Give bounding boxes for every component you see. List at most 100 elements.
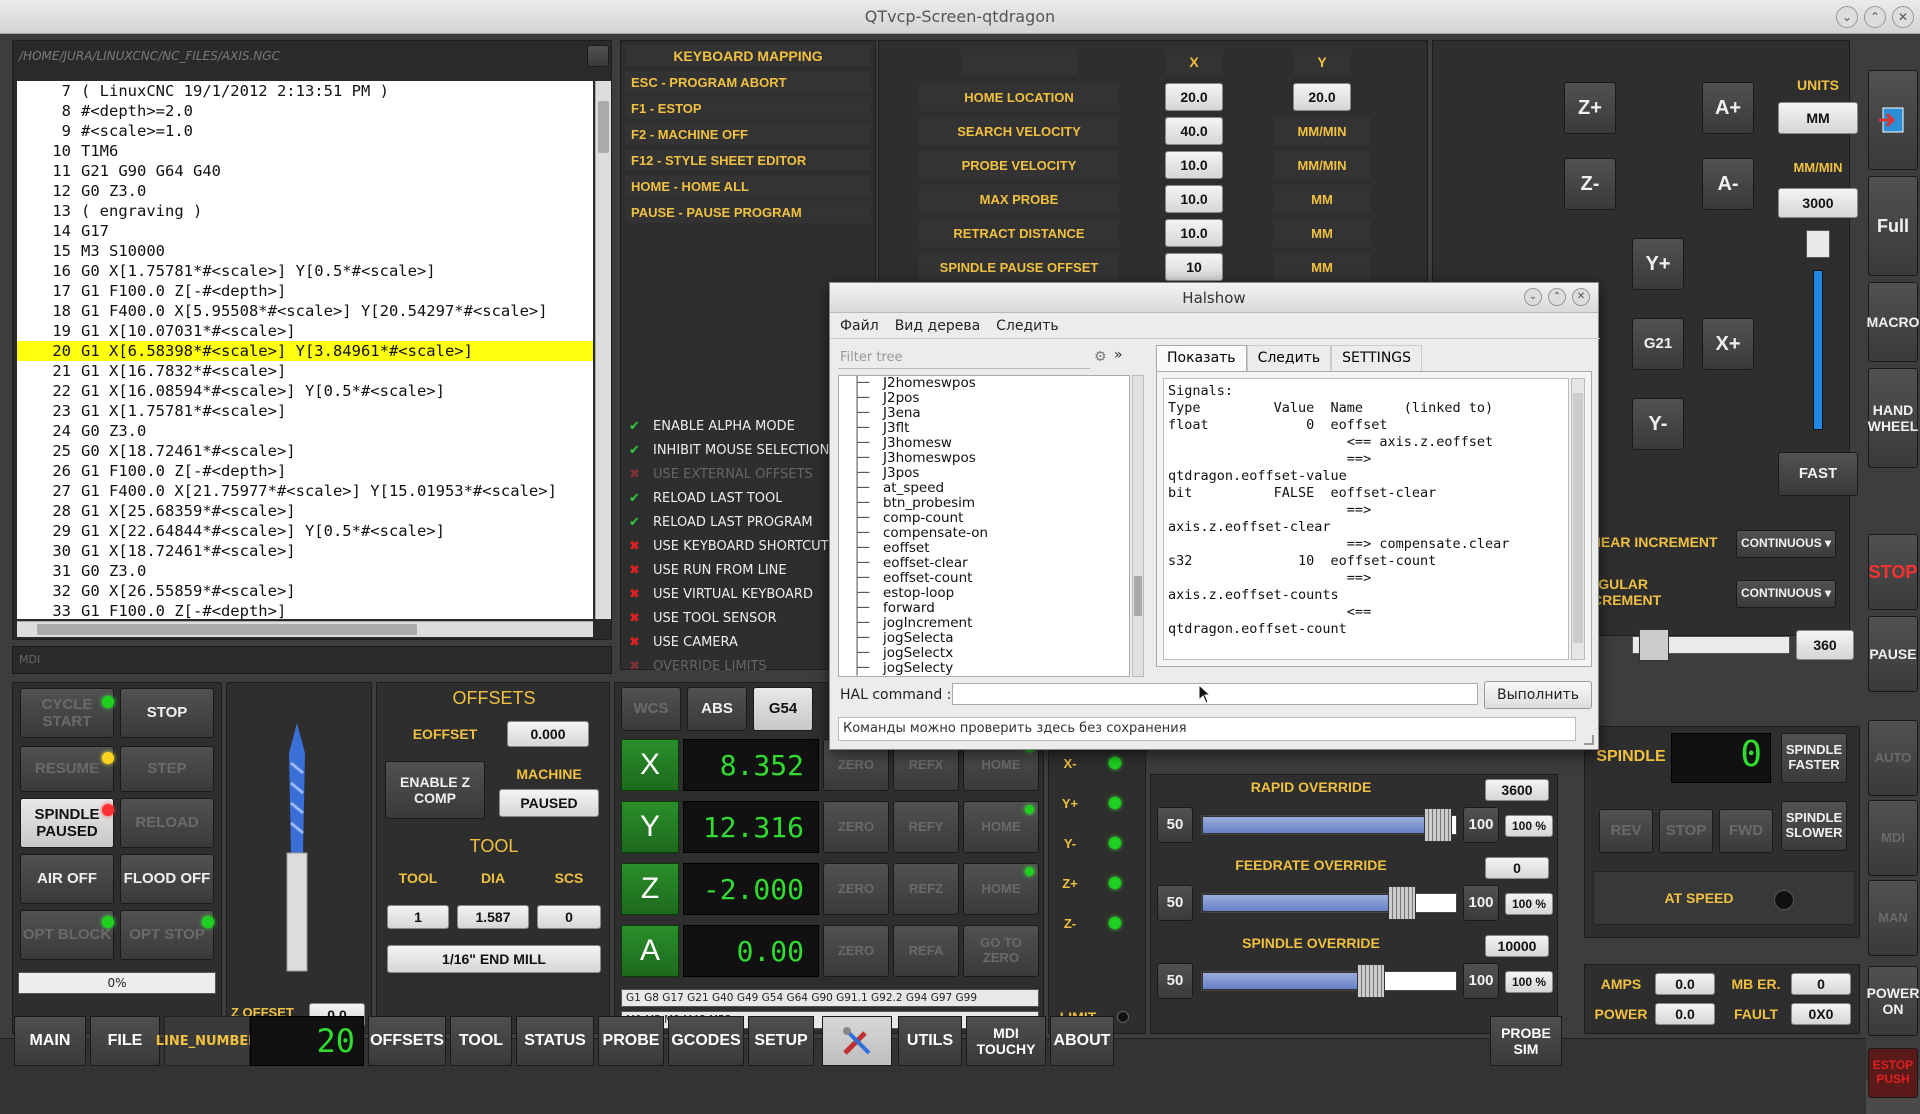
axis-a-button[interactable]: A <box>621 925 679 977</box>
opt-block-button[interactable]: OPT BLOCK <box>20 910 114 960</box>
flood-off-button[interactable]: FLOOD OFF <box>120 854 214 904</box>
signals-scrollbar[interactable] <box>1571 378 1585 660</box>
feed-override-min-button[interactable]: 50 <box>1157 885 1193 921</box>
tree-item[interactable]: ├─ jogSelectx <box>853 646 1129 661</box>
angular-rate-slider[interactable] <box>1632 629 1790 661</box>
jog-a-plus-button[interactable]: A+ <box>1702 82 1754 134</box>
expand-icon[interactable]: » <box>1114 347 1123 363</box>
home-a-button[interactable]: GO TO ZERO <box>963 925 1039 977</box>
tree-item[interactable]: ├─ at_speed <box>853 481 1129 496</box>
zero-y-button[interactable]: ZERO <box>823 801 889 853</box>
tree-item[interactable]: ├─ J3flt <box>853 421 1129 436</box>
tree-item[interactable]: ├─ J3ena <box>853 406 1129 421</box>
nav-probe[interactable]: PROBE <box>598 1016 664 1066</box>
hal-command-input[interactable] <box>952 683 1478 705</box>
execute-button[interactable]: Выполнить <box>1484 681 1592 709</box>
enable-z-comp-button[interactable]: ENABLE Z COMP <box>385 761 485 819</box>
ref-a-button[interactable]: REFA <box>893 925 959 977</box>
feed-override-max-button[interactable]: 100 <box>1463 885 1499 921</box>
stop-button-side[interactable]: STOP <box>1868 534 1918 610</box>
tree-item[interactable]: ├─ estop-loop <box>853 586 1129 601</box>
rapid-override-slider[interactable] <box>1201 808 1457 842</box>
power-on-button[interactable]: POWER ON <box>1867 966 1919 1036</box>
minimize-icon[interactable]: ⌄ <box>1836 6 1858 28</box>
step-button[interactable]: STEP <box>120 746 214 792</box>
tree-item[interactable]: ├─ forward <box>853 601 1129 616</box>
signals-text[interactable]: Signals: Type Value Name (linked to) flo… <box>1163 378 1569 660</box>
probe-x-value[interactable]: 10.0 <box>1165 219 1223 247</box>
gcode-vscrollbar[interactable] <box>595 81 611 619</box>
filter-clear-icon[interactable]: ⚙ <box>1094 349 1107 365</box>
gcode-line[interactable]: 25 G0 X[18.72461*#<scale>] <box>17 441 593 461</box>
gcode-line[interactable]: 28 G1 X[25.68359*#<scale>] <box>17 501 593 521</box>
nav-utils[interactable]: UTILS <box>898 1016 962 1066</box>
gcode-line[interactable]: 22 G1 X[16.08594*#<scale>] Y[0.5*#<scale>… <box>17 381 593 401</box>
ref-z-button[interactable]: REFZ <box>893 863 959 915</box>
gcode-line[interactable]: 24 G0 Z3.0 <box>17 421 593 441</box>
maximize-icon[interactable]: ⌃ <box>1864 6 1886 28</box>
probe-x-value[interactable]: 10 <box>1165 253 1223 281</box>
nav-file[interactable]: FILE <box>90 1016 160 1066</box>
tree-item[interactable]: ├─ eoffset-clear <box>853 556 1129 571</box>
signal-tree[interactable]: ├─ J2homeswpos ├─ J2pos ├─ J3ena ├─ J3flt ├─ J3ho… <box>838 375 1130 677</box>
jog-y-minus-button[interactable]: Y- <box>1632 398 1684 450</box>
opt-stop-button[interactable]: OPT STOP <box>120 910 214 960</box>
abs-button[interactable]: ABS <box>687 687 747 731</box>
scrollbar-thumb[interactable] <box>1573 393 1583 643</box>
gcode-line[interactable]: 11 G21 G90 G64 G40 <box>17 161 593 181</box>
gcode-line[interactable]: 14 G17 <box>17 221 593 241</box>
mdi-mode-button[interactable]: MDI <box>1868 800 1918 876</box>
auto-mode-button[interactable]: AUTO <box>1868 720 1918 796</box>
fast-button[interactable]: FAST <box>1778 452 1858 496</box>
gcode-line[interactable]: 8 #<depth>=2.0 <box>17 101 593 121</box>
gcode-line[interactable]: 26 G1 F100.0 Z[-#<depth>] <box>17 461 593 481</box>
jog-a-minus-button[interactable]: A- <box>1702 158 1754 210</box>
minimize-icon[interactable]: ⌄ <box>1524 288 1542 306</box>
feed-override-slider-handle[interactable] <box>1388 886 1416 920</box>
jog-z-plus-button[interactable]: Z+ <box>1564 82 1616 134</box>
jog-y-plus-button[interactable]: Y+ <box>1632 238 1684 290</box>
gcode-menu-button[interactable] <box>587 45 609 67</box>
maximize-icon[interactable]: ⌃ <box>1548 288 1566 306</box>
tree-item[interactable]: ├─ J3homesw <box>853 436 1129 451</box>
gcode-hscrollbar[interactable] <box>17 621 593 637</box>
jog-rate-slider-handle[interactable] <box>1806 230 1830 258</box>
nav-gcodes[interactable]: GCODES <box>668 1016 744 1066</box>
macro-button[interactable]: MACRO <box>1867 282 1919 362</box>
gcode-line[interactable]: 15 M3 S10000 <box>17 241 593 261</box>
close-icon[interactable]: ✕ <box>1572 288 1590 306</box>
ref-y-button[interactable]: REFY <box>893 801 959 853</box>
gcode-line[interactable]: 21 G1 X[16.7832*#<scale>] <box>17 361 593 381</box>
gcode-line[interactable]: 7 ( LinuxCNC 19/1/2012 2:13:51 PM ) <box>17 81 593 101</box>
tab-watch[interactable]: Следить <box>1246 345 1332 371</box>
filter-tree-input[interactable]: Filter tree <box>838 347 1090 369</box>
gcode-line[interactable]: 32 G0 X[26.55859*#<scale>] <box>17 581 593 601</box>
reload-button[interactable]: RELOAD <box>120 798 214 848</box>
axis-z-button[interactable]: Z <box>621 863 679 915</box>
probe-x-value[interactable]: 40.0 <box>1165 117 1223 145</box>
spindle-override-max-button[interactable]: 100 <box>1463 963 1499 999</box>
zero-z-button[interactable]: ZERO <box>823 863 889 915</box>
probe-x-value[interactable]: 20.0 <box>1165 83 1223 111</box>
handwheel-button[interactable]: HAND WHEEL <box>1868 368 1918 468</box>
gcode-line[interactable]: 30 G1 X[18.72461*#<scale>] <box>17 541 593 561</box>
halshow-titlebar[interactable]: Halshow ⌄ ⌃ ✕ <box>830 283 1598 313</box>
menu-file[interactable]: Файл <box>840 313 879 338</box>
tab-settings[interactable]: SETTINGS <box>1331 345 1423 371</box>
tree-item[interactable]: ├─ comp-count <box>853 511 1129 526</box>
spindle-override-slider-handle[interactable] <box>1357 964 1385 998</box>
jog-z-minus-button[interactable]: Z- <box>1564 158 1616 210</box>
spindle-override-slider[interactable] <box>1201 964 1457 998</box>
manual-mode-button[interactable]: MAN <box>1868 880 1918 956</box>
spindle-override-min-button[interactable]: 50 <box>1157 963 1193 999</box>
probe-x-value[interactable]: 10.0 <box>1165 185 1223 213</box>
wcs-button[interactable]: WCS <box>621 687 681 731</box>
tree-item[interactable]: ├─ jogIncrement <box>853 616 1129 631</box>
mdi-input[interactable]: MDI <box>12 646 612 674</box>
gcode-line[interactable]: 9 #<scale>=1.0 <box>17 121 593 141</box>
estop-button[interactable]: ESTOP PUSH <box>1868 1048 1918 1098</box>
gcode-editor[interactable]: 7 ( LinuxCNC 19/1/2012 2:13:51 PM ) 8 #<dep… <box>17 81 593 619</box>
gcode-line[interactable]: 20 G1 X[6.58398*#<scale>] Y[3.84961*#<sca… <box>17 341 593 361</box>
probe-y-value[interactable]: 20.0 <box>1293 83 1351 111</box>
gcode-line[interactable]: 13 ( engraving ) <box>17 201 593 221</box>
